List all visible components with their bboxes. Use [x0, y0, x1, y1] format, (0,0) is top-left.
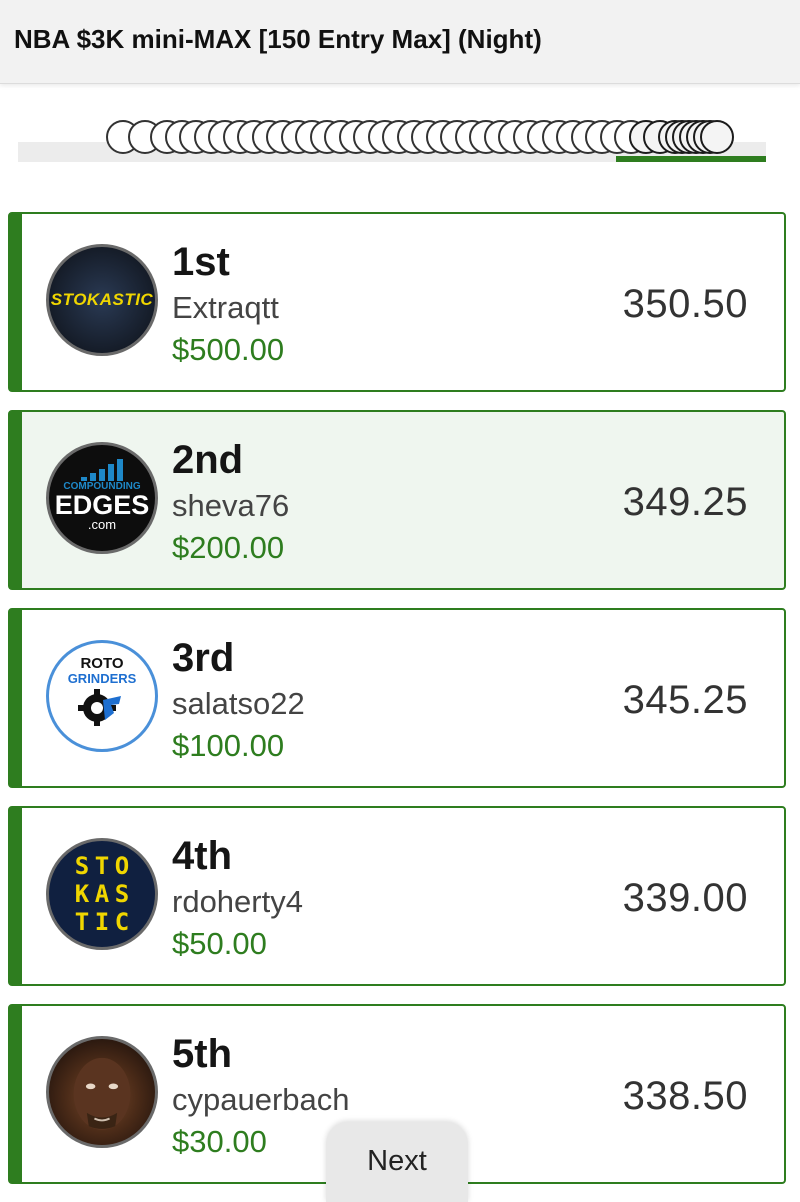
- username[interactable]: sheva76: [172, 488, 289, 524]
- leaderboard-row-1[interactable]: STOKASTIC 1st Extraqtt $500.00 350.50: [8, 212, 786, 392]
- logo-letter: S: [74, 851, 90, 880]
- rotogrinders-avatar: ROTO GRINDERS: [46, 640, 158, 752]
- stokastic-block-avatar: S T O K A S T I C: [46, 838, 158, 950]
- rank-label: 3rd: [172, 636, 235, 680]
- logo-letter: C: [114, 907, 130, 936]
- logo-letter: T: [94, 851, 110, 880]
- compounding-edges-avatar: COMPOUNDING EDGES .com: [46, 442, 158, 554]
- avatar-logo-line-2: GRINDERS: [67, 671, 137, 686]
- fantasy-score: 350.50: [622, 282, 748, 326]
- rank-label: 5th: [172, 1032, 232, 1076]
- leaderboard-row-2[interactable]: COMPOUNDING EDGES .com 2nd sheva76 $200.…: [8, 410, 786, 590]
- logo-letter: S: [114, 879, 130, 908]
- fantasy-score: 345.25: [622, 678, 748, 722]
- next-page-button[interactable]: Next: [326, 1122, 468, 1202]
- payout-progress-bar: [18, 118, 768, 168]
- logo-letter: I: [94, 907, 110, 936]
- fantasy-score: 338.50: [622, 1074, 748, 1118]
- bar-chart-icon: [81, 459, 123, 481]
- contest-title: NBA $3K mini-MAX [150 Entry Max] (Night): [14, 24, 542, 54]
- avatar-logo-line-3: .com: [87, 517, 117, 532]
- avatar-logo-line-1: ROTO: [80, 655, 124, 672]
- logo-letter: O: [114, 851, 130, 880]
- rank-label: 1st: [172, 240, 230, 284]
- fantasy-score: 349.25: [622, 480, 748, 524]
- user-photo-avatar: [46, 1036, 158, 1148]
- username[interactable]: salatso22: [172, 686, 305, 722]
- stokastic-avatar: STOKASTIC: [46, 244, 158, 356]
- logo-letter: A: [94, 879, 110, 908]
- prize-amount: $200.00: [172, 530, 285, 565]
- gear-icon: [78, 689, 121, 726]
- avatar-logo-text: STOKASTIC: [50, 290, 154, 309]
- username[interactable]: cypauerbach: [172, 1082, 350, 1118]
- logo-letter: T: [74, 907, 90, 936]
- leaderboard-row-4[interactable]: S T O K A S T I C 4th rdoherty4 $50.00 3…: [8, 806, 786, 986]
- entrant-bubble: [699, 120, 734, 154]
- logo-letter: K: [74, 879, 90, 908]
- prize-amount: $100.00: [172, 728, 285, 763]
- rank-label: 4th: [172, 834, 232, 878]
- username[interactable]: rdoherty4: [172, 884, 303, 920]
- prize-amount: $500.00: [172, 332, 285, 367]
- username[interactable]: Extraqtt: [172, 290, 279, 326]
- prize-amount: $30.00: [172, 1124, 267, 1159]
- entrant-avatar-strip: [106, 118, 776, 158]
- avatar-logo-line-2: EDGES: [54, 490, 150, 520]
- leaderboard-row-3[interactable]: ROTO GRINDERS 3rd salatso22 $100.00 345.…: [8, 608, 786, 788]
- fantasy-score: 339.00: [622, 876, 748, 920]
- prize-amount: $50.00: [172, 926, 267, 961]
- face-photo-icon: [73, 1057, 131, 1130]
- rank-label: 2nd: [172, 438, 244, 482]
- app-header: NBA $3K mini-MAX [150 Entry Max] (Night): [0, 0, 800, 84]
- avatar-logo-grid: S T O K A S T I C: [72, 851, 132, 936]
